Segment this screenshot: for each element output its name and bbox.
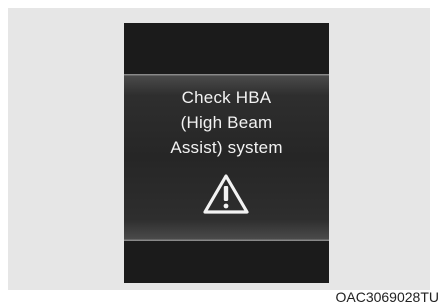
figure-code: OAC3069028TU <box>335 289 439 305</box>
bottom-band <box>124 241 329 283</box>
top-band <box>124 23 329 74</box>
warning-message: Check HBA (High Beam Assist) system <box>124 85 329 160</box>
lcd-message-panel: Check HBA (High Beam Assist) system <box>124 76 329 239</box>
instrument-cluster-display: Check HBA (High Beam Assist) system <box>124 23 329 283</box>
message-line-3: Assist) system <box>170 138 283 157</box>
warning-triangle-icon <box>203 174 249 214</box>
message-line-1: Check HBA <box>181 88 272 107</box>
message-line-2: (High Beam <box>180 113 273 132</box>
